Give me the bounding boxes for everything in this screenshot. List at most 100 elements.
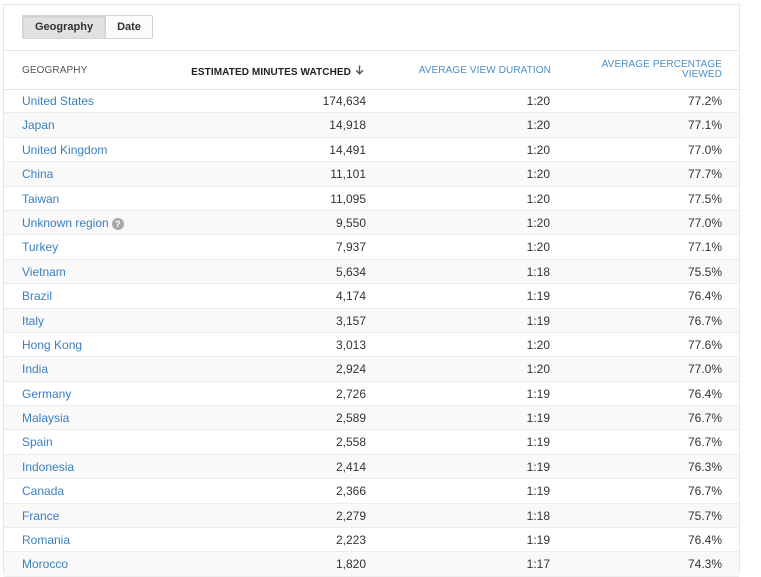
average-view-duration-value: 1:19 [526,435,550,450]
average-view-duration-value: 1:17 [526,557,550,572]
geography-name: United States [22,94,95,108]
average-view-duration-value: 1:19 [526,459,550,474]
average-view-duration-value: 1:20 [526,337,550,352]
average-view-duration-value: 1:20 [526,94,550,108]
average-percentage-viewed-value: 76.7% [687,313,722,328]
average-percentage-viewed-value: 76.3% [687,459,722,474]
average-percentage-viewed-value: 77.1% [687,240,722,255]
column-header-average-view-duration[interactable]: AVERAGE VIEW DURATION [419,65,551,76]
table-row: Indonesia 2,414 1:19 76.3% [4,454,739,480]
minutes-watched-value: 2,924 [335,362,366,377]
table-row: Spain 2,558 1:19 76.7% [4,430,739,455]
average-view-duration-value: 1:19 [526,313,550,328]
geography-link[interactable]: Vietnam [22,265,66,279]
average-percentage-viewed-value: 77.0% [687,142,722,157]
geography-link[interactable]: United Kingdom [22,143,107,157]
report-panel: Geography Date GEOGRAPHY ESTIMATED MINUT… [3,4,740,577]
average-view-duration-value: 1:20 [526,167,550,182]
table-row: Italy 3,157 1:19 76.7% [4,308,739,333]
table-row: Hong Kong 3,013 1:20 77.6% [4,333,739,358]
geography-link[interactable]: Italy [22,314,44,328]
average-percentage-viewed-value: 77.7% [687,167,722,182]
column-header-geography[interactable]: GEOGRAPHY [22,65,87,76]
average-percentage-viewed-value: 74.3% [687,557,722,572]
geography-link[interactable]: Hong Kong [22,338,82,352]
geography-link[interactable]: Germany [22,387,71,401]
geography-link[interactable]: Morocco [22,557,68,571]
minutes-watched-value: 11,095 [330,191,366,206]
average-percentage-viewed-value: 77.2% [687,94,722,108]
average-percentage-viewed-value: 76.7% [687,435,722,450]
arrow-down-icon [355,65,364,78]
table-row: Brazil 4,174 1:19 76.4% [4,284,739,309]
minutes-watched-value: 4,174 [335,289,366,304]
table-body: United States 174,634 1:20 77.2% Japan 14,918… [4,89,739,577]
table-row: Unknown region? 9,550 1:20 77.0% [4,210,739,236]
geography-name: Unknown region [22,215,109,230]
column-header-minutes-label: ESTIMATED MINUTES WATCHED [191,67,351,78]
geography-link[interactable]: Taiwan [22,192,59,206]
minutes-watched-value: 11,101 [330,167,366,182]
table-header: GEOGRAPHY ESTIMATED MINUTES WATCHED AVER… [4,51,739,90]
column-header-average-percentage-viewed[interactable]: AVERAGE PERCENTAGE VIEWED [582,60,722,80]
geography-link[interactable]: Romania [22,533,70,547]
tab-geography[interactable]: Geography [23,16,107,38]
geography-link[interactable]: Brazil [22,289,52,303]
average-percentage-viewed-value: 76.7% [687,484,722,499]
average-percentage-viewed-value: 77.5% [687,191,722,206]
geography-name: Germany [22,386,72,401]
geography-link[interactable]: Malaysia [22,411,69,425]
average-percentage-viewed-value: 77.1% [687,118,722,133]
column-header-avg-pct-line2: VIEWED [681,69,722,80]
table-row: Vietnam 5,634 1:18 75.5% [4,259,739,285]
geography-link[interactable]: Spain [22,435,53,449]
average-percentage-viewed-value: 76.4% [687,289,722,304]
geography-name: Japan [22,118,55,133]
average-view-duration-value: 1:18 [526,508,550,523]
table-row: United Kingdom 14,491 1:20 77.0% [4,138,739,163]
geography-link[interactable]: Canada [22,484,64,498]
dimension-toggle: Geography Date [22,15,153,39]
average-percentage-viewed-value: 77.0% [687,215,722,230]
minutes-watched-value: 3,157 [335,313,366,328]
geography-name: Morocco [22,557,69,572]
geography-link[interactable]: France [22,509,59,523]
help-icon[interactable]: ? [111,217,124,230]
geography-link[interactable]: Indonesia [22,460,74,474]
geography-name: France [22,508,60,523]
column-header-minutes-watched[interactable]: ESTIMATED MINUTES WATCHED [191,65,364,78]
geography-name: Turkey [22,240,59,255]
geography-name: Malaysia [22,411,70,426]
average-view-duration-value: 1:18 [526,264,550,279]
geography-link[interactable]: Unknown region? [22,216,124,230]
minutes-watched-value: 2,223 [335,533,366,548]
geography-name: Brazil [22,289,53,304]
geography-link[interactable]: United States [22,94,94,108]
average-view-duration-value: 1:20 [526,118,550,133]
minutes-watched-value: 14,491 [329,142,366,157]
average-percentage-viewed-value: 75.7% [687,508,722,523]
table-row: Japan 14,918 1:20 77.1% [4,113,739,138]
table-row: Romania 2,223 1:19 76.4% [4,528,739,553]
tab-date[interactable]: Date [106,16,152,38]
minutes-watched-value: 174,634 [322,94,366,108]
minutes-watched-value: 1,820 [335,557,366,572]
minutes-watched-value: 2,279 [335,508,366,523]
table-row: Canada 2,366 1:19 76.7% [4,479,739,504]
geography-link[interactable]: Japan [22,118,55,132]
geography-link[interactable]: India [22,362,48,376]
geography-name: India [22,362,49,377]
table-row: Malaysia 2,589 1:19 76.7% [4,406,739,431]
geography-name: Romania [22,533,71,548]
average-view-duration-value: 1:20 [526,191,550,206]
minutes-watched-value: 14,918 [329,118,366,133]
average-percentage-viewed-value: 76.4% [687,533,722,548]
geography-link[interactable]: China [22,167,53,181]
average-view-duration-value: 1:20 [526,362,550,377]
geography-name: Canada [22,484,65,499]
minutes-watched-value: 2,414 [335,459,366,474]
geography-name: Vietnam [22,264,66,279]
geography-name: United Kingdom [22,142,108,157]
geography-link[interactable]: Turkey [22,240,58,254]
minutes-watched-value: 3,013 [335,337,366,352]
